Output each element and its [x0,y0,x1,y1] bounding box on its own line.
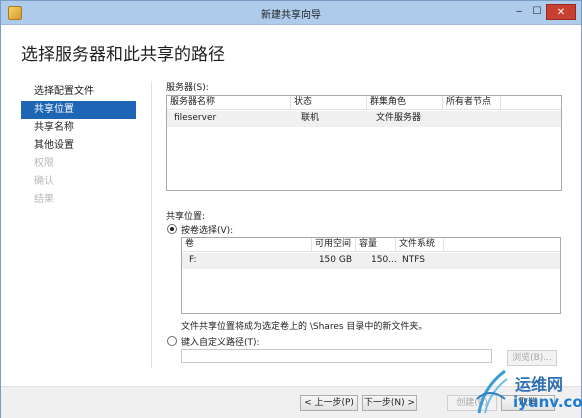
watermark-url: iyunv.com [513,393,582,411]
volumes-table[interactable]: 卷 可用空间 容量 文件系统 F: 150 GB 150... NTFS [181,237,561,314]
page-heading: 选择服务器和此共享的路径 [21,45,225,65]
custom-path-input[interactable] [181,349,492,363]
wizard-window: 新建共享向导 ‒ ☐ ✕ 选择服务器和此共享的路径 选择配置文件 共享位置 共享… [0,0,582,418]
column-server-name[interactable]: 服务器名称 [167,96,291,110]
step-permissions: 权限 [34,158,54,169]
share-location-label: 共享位置: [166,212,206,222]
server-status-cell: 联机 [301,113,320,123]
table-row[interactable]: fileserver 联机 文件服务器 [167,111,561,127]
next-button[interactable]: 下一步(N) > [362,395,417,411]
window-title: 新建共享向导 [261,10,321,21]
servers-table-header: 服务器名称 状态 群集角色 所有者节点 [167,96,561,110]
column-status[interactable]: 状态 [291,96,367,110]
watermark-name: 运维网 [515,375,564,394]
step-share-location[interactable]: 共享位置 [21,101,136,119]
column-capacity[interactable]: 容量 [356,238,396,252]
free-space-cell: 150 GB [318,255,352,265]
title-bar[interactable]: 新建共享向导 ‒ ☐ ✕ [1,1,581,25]
site-watermark: 运维网 iyunv.com [475,369,582,417]
pane-divider [151,81,152,368]
file-system-cell: NTFS [402,255,425,265]
share-location-note: 文件共享位置将成为选定卷上的 \Shares 目录中的新文件夹。 [181,322,428,332]
browse-button[interactable]: 浏览(B)... [507,350,557,366]
servers-label: 服务器(S): [166,83,209,93]
table-row[interactable]: F: 150 GB 150... NTFS [182,253,560,269]
close-button[interactable]: ✕ [546,4,576,20]
servers-table[interactable]: 服务器名称 状态 群集角色 所有者节点 fileserver 联机 文件服务器 [166,95,562,191]
column-cluster-role[interactable]: 群集角色 [367,96,443,110]
minimize-button[interactable]: ‒ [510,4,528,20]
step-other-settings[interactable]: 其他设置 [21,137,136,155]
step-confirmation: 确认 [34,176,54,187]
by-volume-radio[interactable] [167,224,177,234]
capacity-cell: 150... [371,255,397,265]
column-owner-node[interactable]: 所有者节点 [443,96,501,110]
volume-cell: F: [189,255,197,265]
previous-button[interactable]: < 上一步(P) [300,395,358,411]
step-share-name[interactable]: 共享名称 [21,119,136,137]
step-results: 结果 [34,194,54,205]
column-free-space[interactable]: 可用空间 [312,238,356,252]
step-select-profile[interactable]: 选择配置文件 [21,83,136,101]
maximize-button[interactable]: ☐ [528,4,546,20]
server-owner-cell [449,111,507,127]
server-name-cell: fileserver [174,113,217,123]
watermark-logo-icon [476,369,508,414]
column-file-system[interactable]: 文件系统 [396,238,444,252]
server-role-cell: 文件服务器 [376,113,422,123]
volumes-table-header: 卷 可用空间 容量 文件系统 [182,238,560,252]
by-volume-label[interactable]: 按卷选择(V): [181,223,233,236]
custom-path-label[interactable]: 键入自定义路径(T): [181,335,260,348]
column-volume[interactable]: 卷 [182,238,312,252]
wizard-steps: 选择配置文件 共享位置 共享名称 其他设置 权限 确认 结果 [21,83,136,209]
custom-path-radio[interactable] [167,336,177,346]
